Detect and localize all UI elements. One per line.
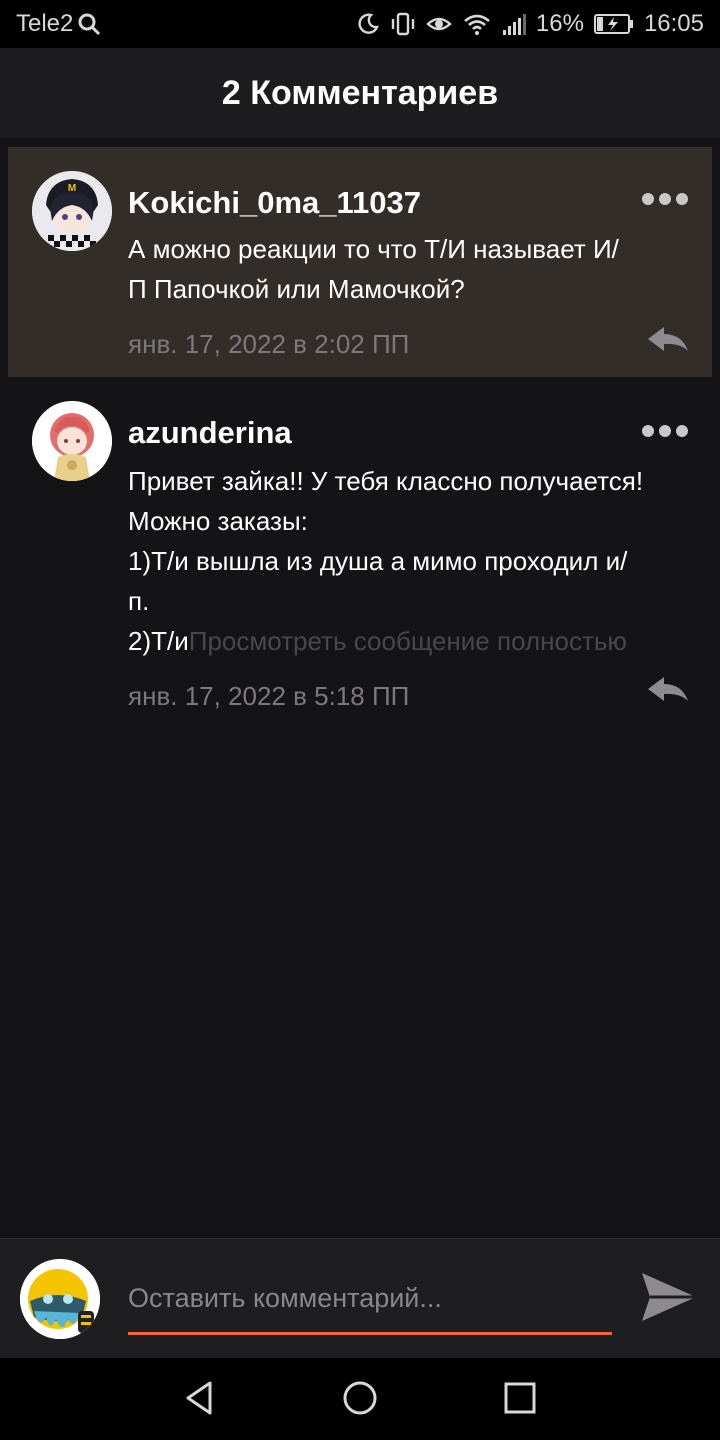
send-icon[interactable] — [640, 1269, 698, 1325]
comment-line: 1)Т/и вышла из душа а мимо проходил и/ — [128, 546, 628, 576]
home-icon[interactable] — [340, 1378, 380, 1418]
user-avatar[interactable] — [20, 1259, 100, 1339]
vibrate-icon — [391, 12, 415, 36]
comment-line: А можно реакции то что Т/И называет И/ — [128, 234, 619, 264]
comment-author[interactable]: Kokichi_0ma_11037 — [128, 185, 421, 221]
comment-item[interactable]: azunderina Привет зайка!! У тебя классно… — [8, 377, 712, 737]
avatar[interactable]: M — [32, 171, 112, 251]
battery-charging-icon — [593, 14, 633, 34]
comment-line: 2)Т/иПросмотреть сообщение полностью — [128, 621, 698, 661]
comment-author[interactable]: azunderina — [128, 415, 292, 451]
comment-date: янв. 17, 2022 в 2:02 ПП — [128, 329, 410, 359]
status-right: 16% 16:05 — [356, 10, 704, 38]
more-options-button[interactable] — [642, 421, 688, 441]
comment-input[interactable] — [128, 1277, 612, 1335]
avatar[interactable] — [32, 401, 112, 481]
wifi-icon — [464, 14, 490, 35]
comment-text: А можно реакции то что Т/И называет И/ П… — [128, 229, 698, 309]
battery-percent: 16% — [535, 10, 584, 37]
clock: 16:05 — [643, 10, 704, 37]
svg-text:M: M — [68, 183, 76, 194]
dot — [676, 425, 688, 437]
header: 2 Комментариев — [0, 48, 720, 138]
comment-line: п. — [128, 586, 150, 616]
comment-line: Привет зайка!! У тебя классно получается… — [128, 466, 644, 496]
status-left: Tele2 — [16, 10, 101, 38]
signal-icon — [502, 14, 526, 35]
moon-icon — [358, 13, 379, 34]
comment-text: Привет зайка!! У тебя классно получается… — [128, 461, 698, 661]
comment-line-start: 2)Т/и — [128, 626, 189, 656]
comment-date: янв. 17, 2022 в 5:18 ПП — [128, 681, 410, 711]
more-options-button[interactable] — [642, 189, 688, 209]
comment-composer — [0, 1238, 720, 1358]
dot — [659, 425, 671, 437]
comment-line: П Папочкой или Мамочкой? — [128, 274, 465, 304]
dot — [659, 193, 671, 205]
reply-icon[interactable] — [646, 325, 690, 355]
search-icon — [78, 13, 101, 36]
reply-icon[interactable] — [646, 675, 690, 705]
recents-icon[interactable] — [500, 1378, 540, 1418]
eye-icon — [426, 17, 452, 31]
carrier-name: Tele2 — [16, 10, 74, 37]
dot — [676, 193, 688, 205]
comment-item[interactable]: M Kokichi_0ma_11037 А можно реакции то ч… — [8, 147, 712, 377]
read-more-link[interactable]: Просмотреть сообщение полностью — [189, 626, 627, 656]
status-bar: Tele2 16% 16:05 — [0, 0, 720, 48]
system-navigation-bar — [0, 1358, 720, 1440]
page-title: 2 Комментариев — [221, 73, 499, 112]
dot — [642, 193, 654, 205]
comment-line: Можно заказы: — [128, 506, 308, 536]
dot — [642, 425, 654, 437]
back-icon[interactable] — [180, 1378, 220, 1418]
